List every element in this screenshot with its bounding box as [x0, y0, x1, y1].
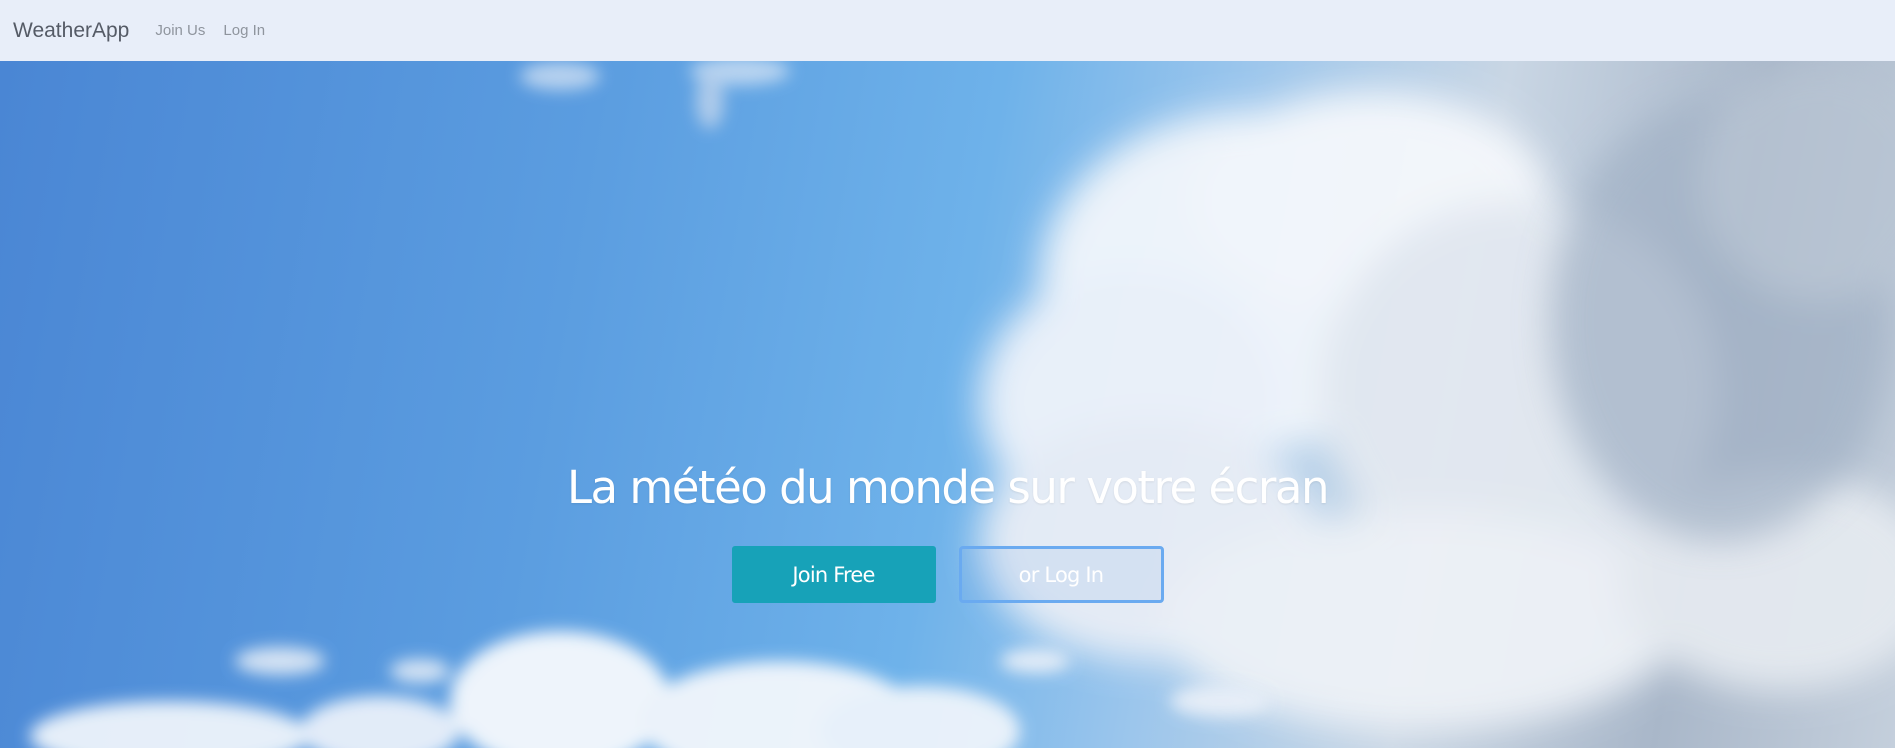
- top-navbar: WeatherApp Join Us Log In: [0, 0, 1895, 61]
- log-in-button[interactable]: or Log In: [958, 546, 1164, 603]
- hero-headline: La météo du monde sur votre écran: [566, 461, 1330, 514]
- join-free-button[interactable]: Join Free: [731, 546, 936, 603]
- sky-clouds-background: [30, 61, 1895, 748]
- hero-content: La météo du monde sur votre écran Join F…: [0, 461, 1895, 603]
- hero-buttons: Join Free or Log In: [0, 546, 1895, 603]
- brand-link[interactable]: WeatherApp: [13, 19, 129, 43]
- nav-link-log-in[interactable]: Log In: [223, 22, 265, 39]
- hero-section: La météo du monde sur votre écran Join F…: [0, 61, 1895, 748]
- nav-link-join-us[interactable]: Join Us: [155, 22, 205, 39]
